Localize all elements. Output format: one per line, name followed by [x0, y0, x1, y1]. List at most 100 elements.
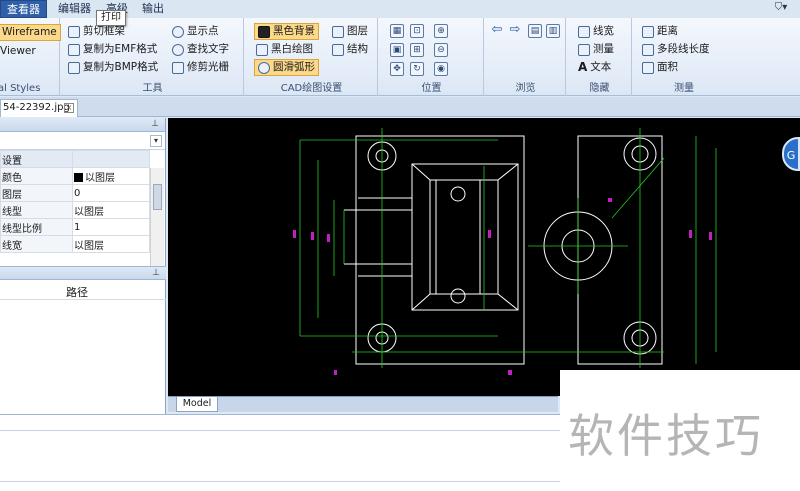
property-value[interactable]: 以图层	[72, 201, 150, 219]
help-icon[interactable]: ⛉▾	[770, 2, 792, 16]
polyline-length-button[interactable]: 多段线长度	[642, 41, 710, 58]
visual-styles-group: Wireframe Viewer al Styles	[0, 18, 61, 96]
show-points-button[interactable]: 显示点	[172, 23, 219, 40]
black-background-label: 黑色背景	[273, 25, 315, 37]
property-key: 颜色	[0, 167, 73, 185]
scrollbar-thumb[interactable]	[153, 184, 162, 210]
property-value[interactable]: 1	[72, 218, 150, 236]
copy-emf-button[interactable]: 复制为EMF格式	[68, 41, 157, 58]
crosshair-icon	[172, 25, 184, 38]
layers-button[interactable]: 图层	[332, 23, 368, 40]
table-row[interactable]: 线型 以图层	[0, 201, 150, 219]
position-group: ▦ ⊡ ⊕ ▣ ⊞ ⊖ ✥ ↻ ◉ 位置	[380, 18, 484, 96]
bw-drawing-button[interactable]: 黑白绘图	[256, 41, 313, 58]
color-swatch	[74, 172, 83, 182]
small-hole	[450, 186, 466, 202]
viewer-label: Viewer	[0, 45, 36, 57]
property-key: 线型比例	[0, 218, 73, 236]
close-icon[interactable]: ×	[64, 103, 74, 113]
orbit-icon[interactable]: ◉	[434, 62, 448, 76]
properties-panel: ⊥ ▾ 设置 颜色 以图层 图层 0 线型 以图层 线型比例 1 线宽 以图层 ⊥ 路径	[0, 118, 166, 414]
properties-header: ⊥	[0, 118, 165, 132]
pan-icon[interactable]: ✥	[390, 62, 404, 76]
table-row[interactable]: 线宽 以图层	[0, 235, 150, 253]
structure-button[interactable]: 结构	[332, 41, 368, 58]
find-text-button[interactable]: 查找文字	[172, 41, 229, 58]
pin-icon[interactable]: ⊥	[151, 119, 159, 129]
lineweight-button[interactable]: 线宽	[578, 23, 614, 40]
bevel-right	[497, 163, 519, 311]
tab-viewer[interactable]: 查看器	[0, 0, 47, 18]
property-value[interactable]: 以图层	[72, 167, 150, 185]
hide-group: 线宽 测量 A 文本 隐藏	[568, 18, 632, 96]
trim-raster-label: 修剪光栅	[187, 61, 229, 73]
fit-icon[interactable]: ▣	[390, 43, 404, 57]
back-arrow-icon[interactable]: ⇦	[490, 23, 504, 38]
property-value[interactable]: 0	[72, 184, 150, 202]
tab-output[interactable]: 输出	[136, 0, 170, 18]
smooth-arc-button[interactable]: 圆滑弧形	[254, 59, 319, 76]
entity-selector[interactable]: ▾	[0, 132, 165, 150]
command-line-panel[interactable]	[0, 414, 560, 491]
center-block	[411, 163, 519, 311]
table-row[interactable]: 线型比例 1	[0, 218, 150, 236]
distance-button[interactable]: 距离	[642, 23, 678, 40]
files-header: ⊥	[0, 266, 166, 280]
document-tab[interactable]: 54-22392.jpg ×	[0, 99, 78, 117]
measure-toggle-label: 测量	[593, 43, 614, 55]
properties-scrollbar[interactable]	[150, 168, 164, 266]
black-bg-icon	[258, 25, 270, 38]
zoom-extents-icon[interactable]: ⊞	[410, 43, 424, 57]
measure-toggle-button[interactable]: 测量	[578, 41, 614, 58]
drawing-canvas[interactable]	[168, 118, 800, 396]
property-key: 设置	[0, 150, 73, 168]
copy-emf-label: 复制为EMF格式	[83, 43, 158, 55]
page-icon[interactable]: ▤	[528, 24, 542, 38]
copy-bmp-icon	[68, 61, 80, 74]
path-column-header[interactable]: 路径	[0, 282, 166, 300]
distance-label: 距离	[657, 25, 678, 37]
text-toggle-button[interactable]: A 文本	[578, 59, 611, 76]
rotate-icon[interactable]: ↻	[410, 62, 424, 76]
divider	[0, 481, 560, 482]
copy-emf-icon	[68, 43, 80, 56]
zoom-window-icon[interactable]: ⊡	[410, 24, 424, 38]
black-background-button[interactable]: 黑色背景	[254, 23, 319, 40]
area-button[interactable]: 面积	[642, 59, 678, 76]
chevron-down-icon[interactable]: ▾	[150, 135, 162, 147]
copy-bmp-button[interactable]: 复制为BMP格式	[68, 59, 158, 76]
polyline-length-label: 多段线长度	[657, 43, 710, 55]
measure-label: 测量	[674, 83, 694, 94]
table-row[interactable]: 图层 0	[0, 184, 150, 202]
ruler-icon	[578, 43, 590, 56]
table-row[interactable]: 颜色 以图层	[0, 167, 150, 185]
property-value	[72, 150, 150, 168]
right-part-outline	[577, 135, 663, 365]
tab-editor[interactable]: 编辑器	[52, 0, 97, 18]
page-list-icon[interactable]: ▥	[546, 24, 560, 38]
layout-tab-strip: Model	[168, 396, 558, 412]
measure-group: 距离 多段线长度 面积 测量	[634, 18, 734, 96]
structure-icon	[332, 43, 344, 56]
cad-settings-label: CAD绘图设置	[280, 83, 343, 94]
wireframe-button[interactable]: Wireframe	[0, 24, 61, 41]
viewer-button[interactable]: Viewer	[0, 43, 36, 60]
property-key: 线型	[0, 201, 73, 219]
bw-drawing-label: 黑白绘图	[271, 43, 313, 55]
tools-group-label: 工具	[142, 83, 163, 94]
zoom-in-icon[interactable]: ⊕	[434, 24, 448, 38]
forward-arrow-icon[interactable]: ⇨	[508, 23, 522, 38]
zoom-out-icon[interactable]: ⊖	[434, 43, 448, 57]
bevel-left	[411, 163, 431, 311]
pin-icon[interactable]: ⊥	[152, 268, 160, 278]
print-tooltip: 打印	[96, 10, 126, 26]
scissors-icon	[68, 25, 80, 38]
browse-group: ⇦ ⇨ ▤ ▥ 浏览	[486, 18, 566, 96]
area-label: 面积	[657, 61, 678, 73]
model-tab[interactable]: Model	[176, 397, 218, 412]
bw-icon	[256, 43, 268, 56]
grid-icon[interactable]: ▦	[390, 24, 404, 38]
structure-label: 结构	[347, 43, 368, 55]
trim-raster-button[interactable]: 修剪光栅	[172, 59, 229, 76]
property-value[interactable]: 以图层	[72, 235, 150, 253]
